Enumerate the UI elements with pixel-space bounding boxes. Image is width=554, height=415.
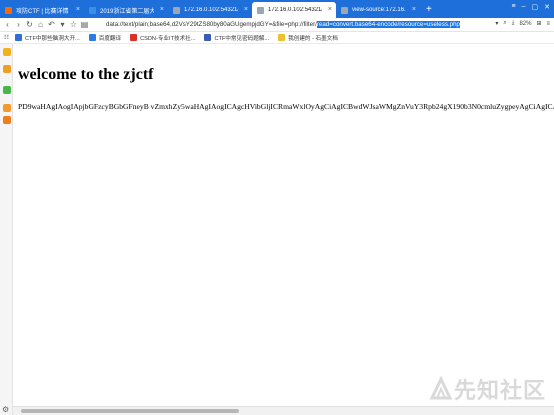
navigation-bar: ‹ › ↻ ⌂ ↶ ▾ ☆ ▤ data://text/plain;base64… [0, 18, 554, 32]
dropdown-icon[interactable]: ▾ [57, 19, 68, 31]
history-icon[interactable] [3, 116, 11, 124]
url-selected-text: read=convert.base64-encode/resource=usel… [316, 21, 460, 28]
home-icon[interactable]: ⌂ [35, 19, 46, 31]
watermark: 先知社区 [428, 373, 546, 405]
minimize-icon[interactable]: – [522, 3, 526, 11]
bookmark-label: CSDN-专业IT技术社... [140, 35, 196, 42]
tab-label: 2019浙江省第二届大学生网 [100, 8, 154, 15]
search-icon[interactable]: ⌕ [503, 20, 506, 27]
tab-favicon [341, 7, 348, 14]
extensions-icon[interactable]: ⊞ [536, 20, 541, 27]
reader-icon[interactable]: ▤ [79, 19, 90, 31]
csdn-icon [130, 34, 138, 41]
menu-icon[interactable]: ≡ [512, 3, 516, 11]
reload-icon[interactable]: ↻ [24, 19, 35, 31]
tab-1[interactable]: 攻防CTF | 比赛详情 × [0, 2, 84, 18]
tab-close-icon[interactable]: × [160, 6, 164, 13]
close-window-icon[interactable]: ✕ [544, 3, 550, 11]
bookmark-label: 我创建的 - 石墨文档 [288, 35, 338, 42]
tab-label: 172.16.0.102:54321/?g/Ufyh [184, 7, 238, 13]
toolbar-right: ▾ ⌕ ⤓ 82% ⊞ ≡ [495, 20, 550, 27]
maximize-icon[interactable]: ▢ [532, 3, 539, 11]
bookmark-item[interactable]: 百度翻译 [88, 34, 122, 42]
bookmark-list: CTF中那些脑洞大开... 百度翻译 CSDN-专业IT技术社... CTF中常见密码… [15, 34, 347, 42]
tab-strip: 攻防CTF | 比赛详情×2019浙江省第二届大学生网×172.16.0.102… [0, 0, 554, 18]
settings-icon[interactable]: ⚙ [2, 405, 9, 414]
favorites-icon[interactable] [3, 48, 11, 56]
notes-icon[interactable] [3, 65, 11, 73]
forward-icon[interactable]: › [13, 19, 24, 31]
shimo-icon [278, 34, 286, 41]
ctf-crypto-icon [204, 34, 212, 41]
download-icon[interactable]: ⤓ [512, 20, 515, 27]
tab-close-icon[interactable]: × [244, 6, 248, 13]
tab-4[interactable]: 172.16.0.102:54321/?g/Ufyh × [252, 2, 336, 18]
tab-close-icon[interactable]: × [76, 6, 80, 13]
undo-icon[interactable]: ↶ [46, 19, 57, 31]
base64-output: PD9waHAgIAogIApjbGFzcyBGbGFneyB vZmxhZy5… [18, 102, 554, 111]
back-icon[interactable]: ‹ [2, 19, 13, 31]
address-bar[interactable]: data://text/plain;base64,d2VsY29tZS80by8… [106, 20, 482, 30]
watermark-text: 先知社区 [453, 378, 546, 403]
tab-favicon [257, 7, 264, 14]
side-panel [0, 44, 13, 415]
bookmark-label: CTF中那些脑洞大开... [25, 35, 80, 42]
tab-favicon [5, 7, 12, 14]
window-controls: ≡ – ▢ ✕ [512, 3, 551, 11]
bookmark-item[interactable]: CSDN-专业IT技术社... [130, 34, 195, 42]
url-text: data://text/plain;base64,d2VsY29tZS80by8… [106, 21, 317, 28]
tab-favicon [173, 7, 180, 14]
ctf-bookmark-icon [15, 34, 23, 41]
bookmark-label: 百度翻译 [98, 35, 122, 42]
bookmarks-bar: ☷ CTF中那些脑洞大开... 百度翻译 CSDN-专业IT技术社... CTF中常见… [0, 32, 554, 44]
page-heading: welcome to the zjctf [18, 66, 154, 83]
tabs-container: 攻防CTF | 比赛详情×2019浙江省第二届大学生网×172.16.0.102… [0, 0, 420, 18]
bookmark-item[interactable]: CTF中常见密码题解... [204, 34, 269, 42]
new-tab-button[interactable]: + [420, 2, 438, 18]
bookmark-label: CTF中常见密码题解... [214, 35, 270, 42]
tab-label: view-source:172.16.0.102:5 [352, 7, 406, 13]
watermark-logo-icon [429, 376, 453, 400]
star-icon[interactable]: ☆ [68, 19, 79, 31]
tab-2[interactable]: 2019浙江省第二届大学生网 × [84, 2, 168, 18]
rss-icon[interactable] [3, 104, 11, 112]
bookmark-item[interactable]: 我创建的 - 石墨文档 [278, 34, 338, 42]
address-dropdown-icon[interactable]: ▾ [495, 20, 498, 27]
tab-close-icon[interactable]: × [328, 6, 332, 13]
tab-close-icon[interactable]: × [412, 6, 416, 13]
apps-grid-icon[interactable]: ☷ [4, 35, 9, 41]
zoom-level[interactable]: 82% [519, 21, 531, 27]
baidu-translate-icon [88, 34, 96, 41]
horizontal-scrollbar[interactable] [13, 406, 554, 415]
page-content: welcome to the zjctf PD9waHAgIAogIApjbGF… [18, 44, 554, 406]
tab-5[interactable]: view-source:172.16.0.102:5 × [336, 2, 420, 18]
tab-3[interactable]: 172.16.0.102:54321/?g/Ufyh × [168, 2, 252, 18]
scrollbar-thumb[interactable] [21, 409, 239, 413]
tab-label: 攻防CTF | 比赛详情 [16, 8, 69, 15]
mail-icon[interactable] [3, 86, 11, 94]
tab-label: 172.16.0.102:54321/?g/Ufyh [268, 7, 322, 13]
tab-favicon [89, 7, 96, 14]
bookmark-item[interactable]: CTF中那些脑洞大开... [15, 34, 80, 42]
more-menu-icon[interactable]: ≡ [546, 21, 550, 27]
